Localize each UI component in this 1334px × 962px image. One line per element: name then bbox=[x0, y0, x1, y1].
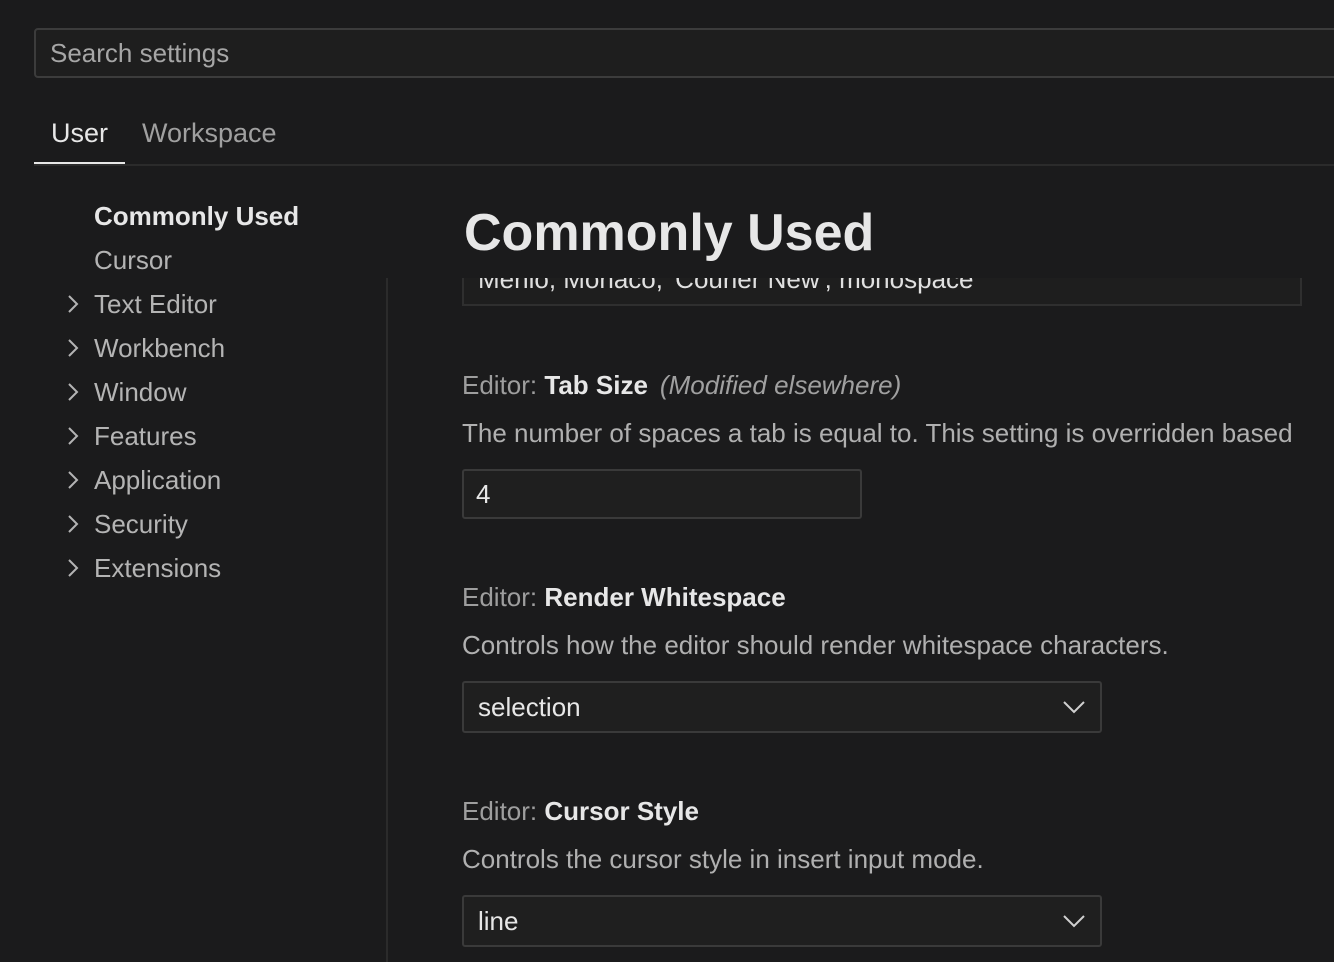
render-whitespace-select[interactable]: selection bbox=[462, 681, 1102, 733]
cursor-style-select[interactable]: line bbox=[462, 895, 1102, 947]
modified-indicator[interactable]: (Modified elsewhere) bbox=[660, 370, 901, 400]
sash-divider[interactable] bbox=[386, 278, 388, 962]
tree-item-cursor[interactable]: Cursor bbox=[60, 238, 390, 282]
chevron-right-icon[interactable] bbox=[64, 546, 84, 590]
tab-user[interactable]: User bbox=[34, 108, 126, 164]
section-title: Commonly Used bbox=[464, 204, 875, 262]
tree-item-application[interactable]: Application bbox=[60, 458, 390, 502]
tree-item-commonly-used[interactable]: Commonly Used bbox=[60, 194, 390, 238]
tree-item-extensions[interactable]: Extensions bbox=[60, 546, 390, 590]
tree-item-security[interactable]: Security bbox=[60, 502, 390, 546]
setting-name: Render Whitespace bbox=[544, 582, 786, 612]
tab-size-input[interactable] bbox=[464, 471, 860, 517]
tree-item-label: Workbench bbox=[94, 333, 226, 363]
select-value: selection bbox=[478, 692, 581, 722]
tabs-divider bbox=[34, 164, 1334, 166]
chevron-right-icon[interactable] bbox=[64, 370, 84, 414]
tree-item-label: Security bbox=[94, 509, 188, 539]
setting-description: Controls the cursor style in insert inpu… bbox=[462, 844, 984, 874]
setting-category: Editor: bbox=[462, 370, 545, 400]
setting-name: Tab Size bbox=[544, 370, 648, 400]
tree-item-text-editor[interactable]: Text Editor bbox=[60, 282, 390, 326]
setting-title-tab-size: Editor: Tab Size (Modified elsewhere) bbox=[462, 370, 901, 401]
tree-item-label: Features bbox=[94, 421, 197, 451]
tab-size-field[interactable] bbox=[462, 469, 862, 519]
chevron-right-icon[interactable] bbox=[64, 458, 84, 502]
tree-item-label: Window bbox=[94, 377, 187, 407]
setting-title-render-whitespace: Editor: Render Whitespace bbox=[462, 582, 786, 613]
search-input[interactable] bbox=[36, 30, 1334, 76]
tree-item-label: Commonly Used bbox=[94, 201, 300, 231]
chevron-right-icon[interactable] bbox=[64, 502, 84, 546]
tree-item-label: Extensions bbox=[94, 553, 222, 583]
chevron-down-icon[interactable] bbox=[1062, 697, 1086, 717]
setting-description: The number of spaces a tab is equal to. … bbox=[462, 418, 1293, 448]
settings-scope-tabs: User Workspace bbox=[34, 108, 294, 164]
tab-workspace[interactable]: Workspace bbox=[125, 108, 294, 164]
settings-editor: User Workspace Commonly Used Cursor Text… bbox=[0, 0, 1334, 962]
setting-name: Cursor Style bbox=[544, 796, 699, 826]
chevron-right-icon[interactable] bbox=[64, 282, 84, 326]
font-family-input[interactable]: Menlo, Monaco, 'Courier New', monospace bbox=[462, 278, 1302, 306]
setting-title-cursor-style: Editor: Cursor Style bbox=[462, 796, 699, 827]
settings-tree: Commonly Used Cursor Text Editor Workben… bbox=[60, 194, 390, 590]
tree-item-label: Text Editor bbox=[94, 289, 217, 319]
font-family-value: Menlo, Monaco, 'Courier New', monospace bbox=[478, 278, 974, 294]
chevron-down-icon[interactable] bbox=[1062, 911, 1086, 931]
tree-item-features[interactable]: Features bbox=[60, 414, 390, 458]
tree-item-window[interactable]: Window bbox=[60, 370, 390, 414]
chevron-right-icon[interactable] bbox=[64, 414, 84, 458]
setting-category: Editor: bbox=[462, 582, 545, 612]
setting-description: Controls how the editor should render wh… bbox=[462, 630, 1169, 660]
tree-item-label: Cursor bbox=[94, 245, 173, 275]
tree-item-workbench[interactable]: Workbench bbox=[60, 326, 390, 370]
chevron-right-icon[interactable] bbox=[64, 326, 84, 370]
search-box[interactable] bbox=[34, 28, 1334, 78]
setting-category: Editor: bbox=[462, 796, 545, 826]
select-value: line bbox=[478, 906, 519, 936]
tree-item-label: Application bbox=[94, 465, 222, 495]
